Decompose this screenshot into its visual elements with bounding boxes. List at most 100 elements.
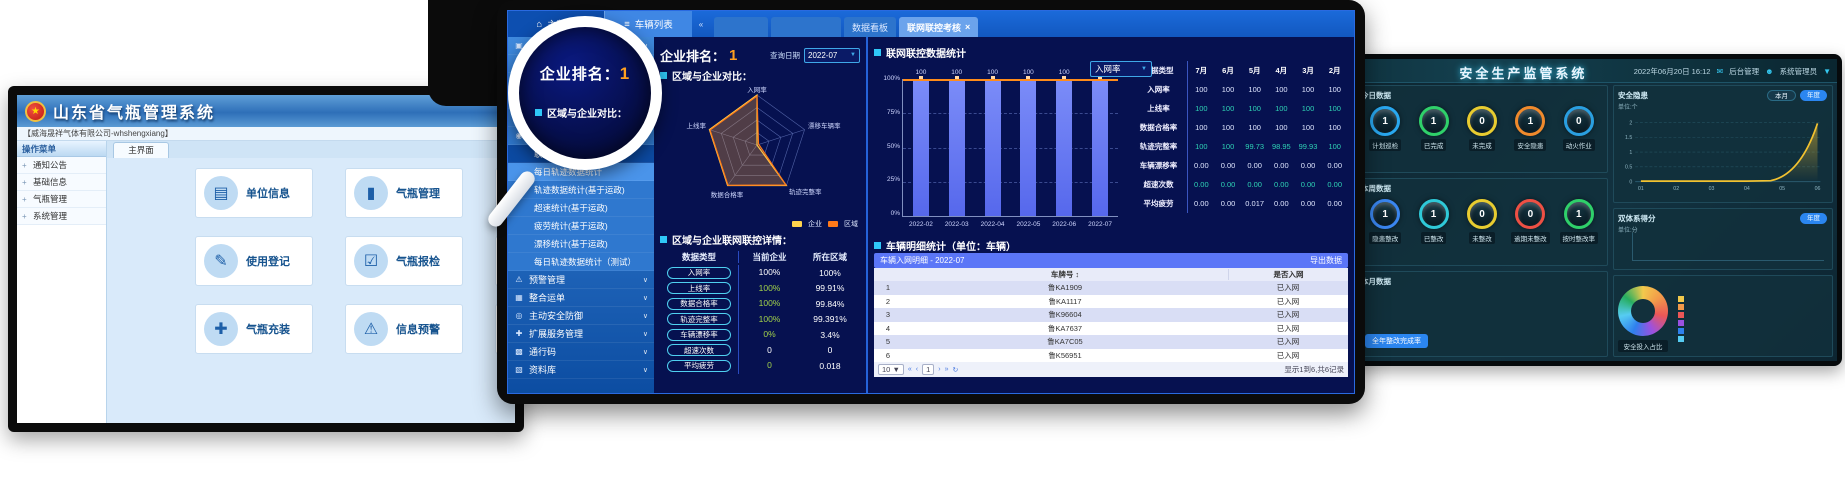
detail-row: 数据合格率 100% 99.84% (660, 296, 860, 312)
chevron-down-icon: ∨ (643, 330, 648, 338)
sidebar-subitem-speed-stats[interactable]: 超速统计(基于运政) (508, 199, 654, 217)
vehicle-row[interactable]: 2 鲁KA1117 已入网 (874, 295, 1348, 309)
export-button[interactable]: 导出数据 (1310, 255, 1342, 266)
sidebar-menu-item[interactable]: ⚠ 预警管理 ∨ (508, 271, 654, 289)
sidebar-menu-item[interactable]: + 气瓶管理 (17, 191, 106, 208)
plate-number: 鲁K96604 (902, 309, 1228, 320)
pill-year-score[interactable]: 年度 (1800, 213, 1827, 224)
pill-month[interactable]: 本月 (1767, 90, 1796, 101)
tab-main-screen[interactable]: 主界面 (113, 142, 169, 158)
date-label: 查询日期 (770, 50, 800, 61)
sidebar-menu-item[interactable]: ▩ 通行码 ∨ (508, 343, 654, 361)
prev-page-icon[interactable]: ‹ (916, 366, 918, 373)
menu-icon: ▧ (514, 365, 524, 374)
next-page-icon[interactable]: › (938, 366, 940, 373)
vehicle-row[interactable]: 3 鲁K96604 已入网 (874, 308, 1348, 322)
gauge-rectified: 1 已整改 (1411, 199, 1457, 244)
bar-column: 100 2022-04 (985, 79, 1001, 216)
expand-plus-icon[interactable]: + (22, 212, 30, 221)
svg-text:1.5: 1.5 (1625, 135, 1632, 141)
metric-pill-button[interactable]: 数据合格率 (667, 298, 731, 310)
metric-pill-button[interactable]: 车辆漂移率 (667, 329, 731, 341)
collapse-sidebar-icon[interactable]: « (692, 11, 710, 37)
card-cylinder-mgmt[interactable]: ▮ 气瓶管理 (345, 168, 463, 218)
card-filling[interactable]: ✚ 气瓶充装 (195, 304, 313, 354)
date-select[interactable]: 2022-07 ▼ (804, 48, 860, 63)
card-use-register[interactable]: ✎ 使用登记 (195, 236, 313, 286)
stats-row: 数据合格率 100 100 100 100 100 100 (1130, 118, 1348, 137)
refresh-icon[interactable]: ↻ (953, 366, 959, 374)
sidebar-subitem-fatigue-stats[interactable]: 疲劳统计(基于运政) (508, 217, 654, 235)
last-page-icon[interactable]: » (945, 366, 949, 373)
card-inspection[interactable]: ☑ 气瓶报检 (345, 236, 463, 286)
vehicle-row[interactable]: 1 鲁KA1909 已入网 (874, 281, 1348, 295)
magnified-rank: 企业排名：1 (519, 63, 651, 84)
pill-year[interactable]: 年度 (1800, 90, 1827, 101)
gauge-planned-patrol: 1 计划巡检 (1362, 106, 1408, 151)
safety-title: 安全生产监管系统 (1459, 63, 1587, 82)
vehicle-row[interactable]: 6 鲁K56951 已入网 (874, 349, 1348, 363)
gauge-unrectified: 0 未整改 (1459, 199, 1505, 244)
caret-down-icon[interactable]: ▼ (1823, 67, 1831, 76)
expand-plus-icon[interactable]: + (22, 195, 30, 204)
metric-pill-button[interactable]: 入网率 (667, 267, 731, 279)
user-icon[interactable]: ☻ (1765, 67, 1773, 76)
admin-link[interactable]: 后台管理 (1729, 66, 1759, 77)
metric-select[interactable]: 入网率 ▼ (1090, 61, 1152, 77)
stats-row: 入网率 100 100 100 100 100 100 (1130, 80, 1348, 99)
tab-network-assessment[interactable]: 联网联控考核 × (899, 17, 978, 37)
sidebar-menu-item[interactable]: ◎ 主动安全防御 ∨ (508, 307, 654, 325)
message-icon[interactable]: ✉ (1716, 67, 1723, 76)
sidebar-menu-item[interactable]: + 基础信息 (17, 174, 106, 191)
metric-pill-button[interactable]: 轨迹完整率 (667, 313, 731, 325)
sidebar-subitem-drift-stats[interactable]: 漂移统计(基于运政) (508, 235, 654, 253)
svg-text:04: 04 (1744, 186, 1750, 192)
legend-swatch (1678, 304, 1684, 310)
vehicle-row[interactable]: 5 鲁KA7C05 已入网 (874, 335, 1348, 349)
sidebar-menu-item[interactable]: ▦ 整合运单 ∨ (508, 289, 654, 307)
score-chart-axis (1632, 233, 1633, 261)
sidebar-menu-item[interactable]: ✚ 扩展服务管理 ∨ (508, 325, 654, 343)
expand-plus-icon[interactable]: + (22, 178, 30, 187)
gauge-hazard-rectify: 1 隐患整改 (1362, 199, 1408, 244)
record-count-label: 显示1到6,共6记录 (1284, 364, 1344, 375)
bar (913, 79, 929, 216)
metric-pill-button[interactable]: 上线率 (667, 282, 731, 294)
username-label[interactable]: 系统管理员 (1780, 66, 1818, 77)
sidebar-subitem-daily-test[interactable]: 每日轨迹数据统计（测试） (508, 253, 654, 271)
safety-topbar-info: 2022年06月20日 16:12 ✉ 后台管理 ☻ 系统管理员 ▼ (1634, 66, 1831, 77)
radar-legend: 企业 区域 (792, 219, 858, 229)
plate-number: 鲁KA7637 (902, 323, 1228, 334)
plate-column-header[interactable]: 车牌号 ↕ (902, 269, 1228, 280)
panel-month: 本月数据 全年整改完成率 (1356, 271, 1608, 357)
rank-value: 1 (729, 47, 737, 64)
first-page-icon[interactable]: « (908, 366, 912, 373)
tab-data-board[interactable]: 数据看板 (844, 17, 896, 37)
metric-pill-button[interactable]: 超速次数 (667, 344, 731, 356)
join-status: 已入网 (1228, 323, 1348, 334)
section-square-icon (874, 242, 881, 249)
sidebar-menu-item[interactable]: + 通知公告 (17, 157, 106, 174)
national-emblem-icon: ★ (25, 101, 46, 122)
page-number-input[interactable]: 1 (922, 364, 934, 375)
detail-section-title: 区域与企业联网联控详情： (672, 232, 792, 247)
detail-row: 上线率 100% 99.91% (660, 281, 860, 297)
page-size-select[interactable]: 10 ▼ (878, 364, 904, 375)
sidebar-menu-item[interactable]: + 系统管理 (17, 208, 106, 225)
tab-hidden-2[interactable] (771, 17, 841, 37)
gauge-hotwork: 0 动火作业 (1556, 106, 1602, 151)
radar-chart: 入网率 漂移车辆率 轨迹完整率 数据合格率 上线率 企业 (660, 83, 860, 231)
card-unit-info[interactable]: ▤ 单位信息 (195, 168, 313, 218)
svg-text:2: 2 (1629, 120, 1632, 126)
vehicle-row[interactable]: 4 鲁KA7637 已入网 (874, 322, 1348, 336)
card-alert-info[interactable]: ⚠ 信息预警 (345, 304, 463, 354)
sidebar-menu-item[interactable]: ▧ 资料库 ∨ (508, 361, 654, 379)
tab-hidden-1[interactable] (714, 17, 768, 37)
bar-chart-plot: 100 2022-02 100 2022-03 (902, 79, 1118, 217)
svg-text:0.5: 0.5 (1625, 165, 1632, 171)
close-tab-icon[interactable]: × (965, 22, 970, 32)
expand-plus-icon[interactable]: + (22, 161, 30, 170)
metric-pill-button[interactable]: 平均疲劳 (667, 360, 731, 372)
year-rate-button[interactable]: 全年整改完成率 (1365, 334, 1428, 348)
hazard-trend-line-chart: 2 1.5 1 0.5 0 01 02 03 04 (1618, 111, 1828, 195)
